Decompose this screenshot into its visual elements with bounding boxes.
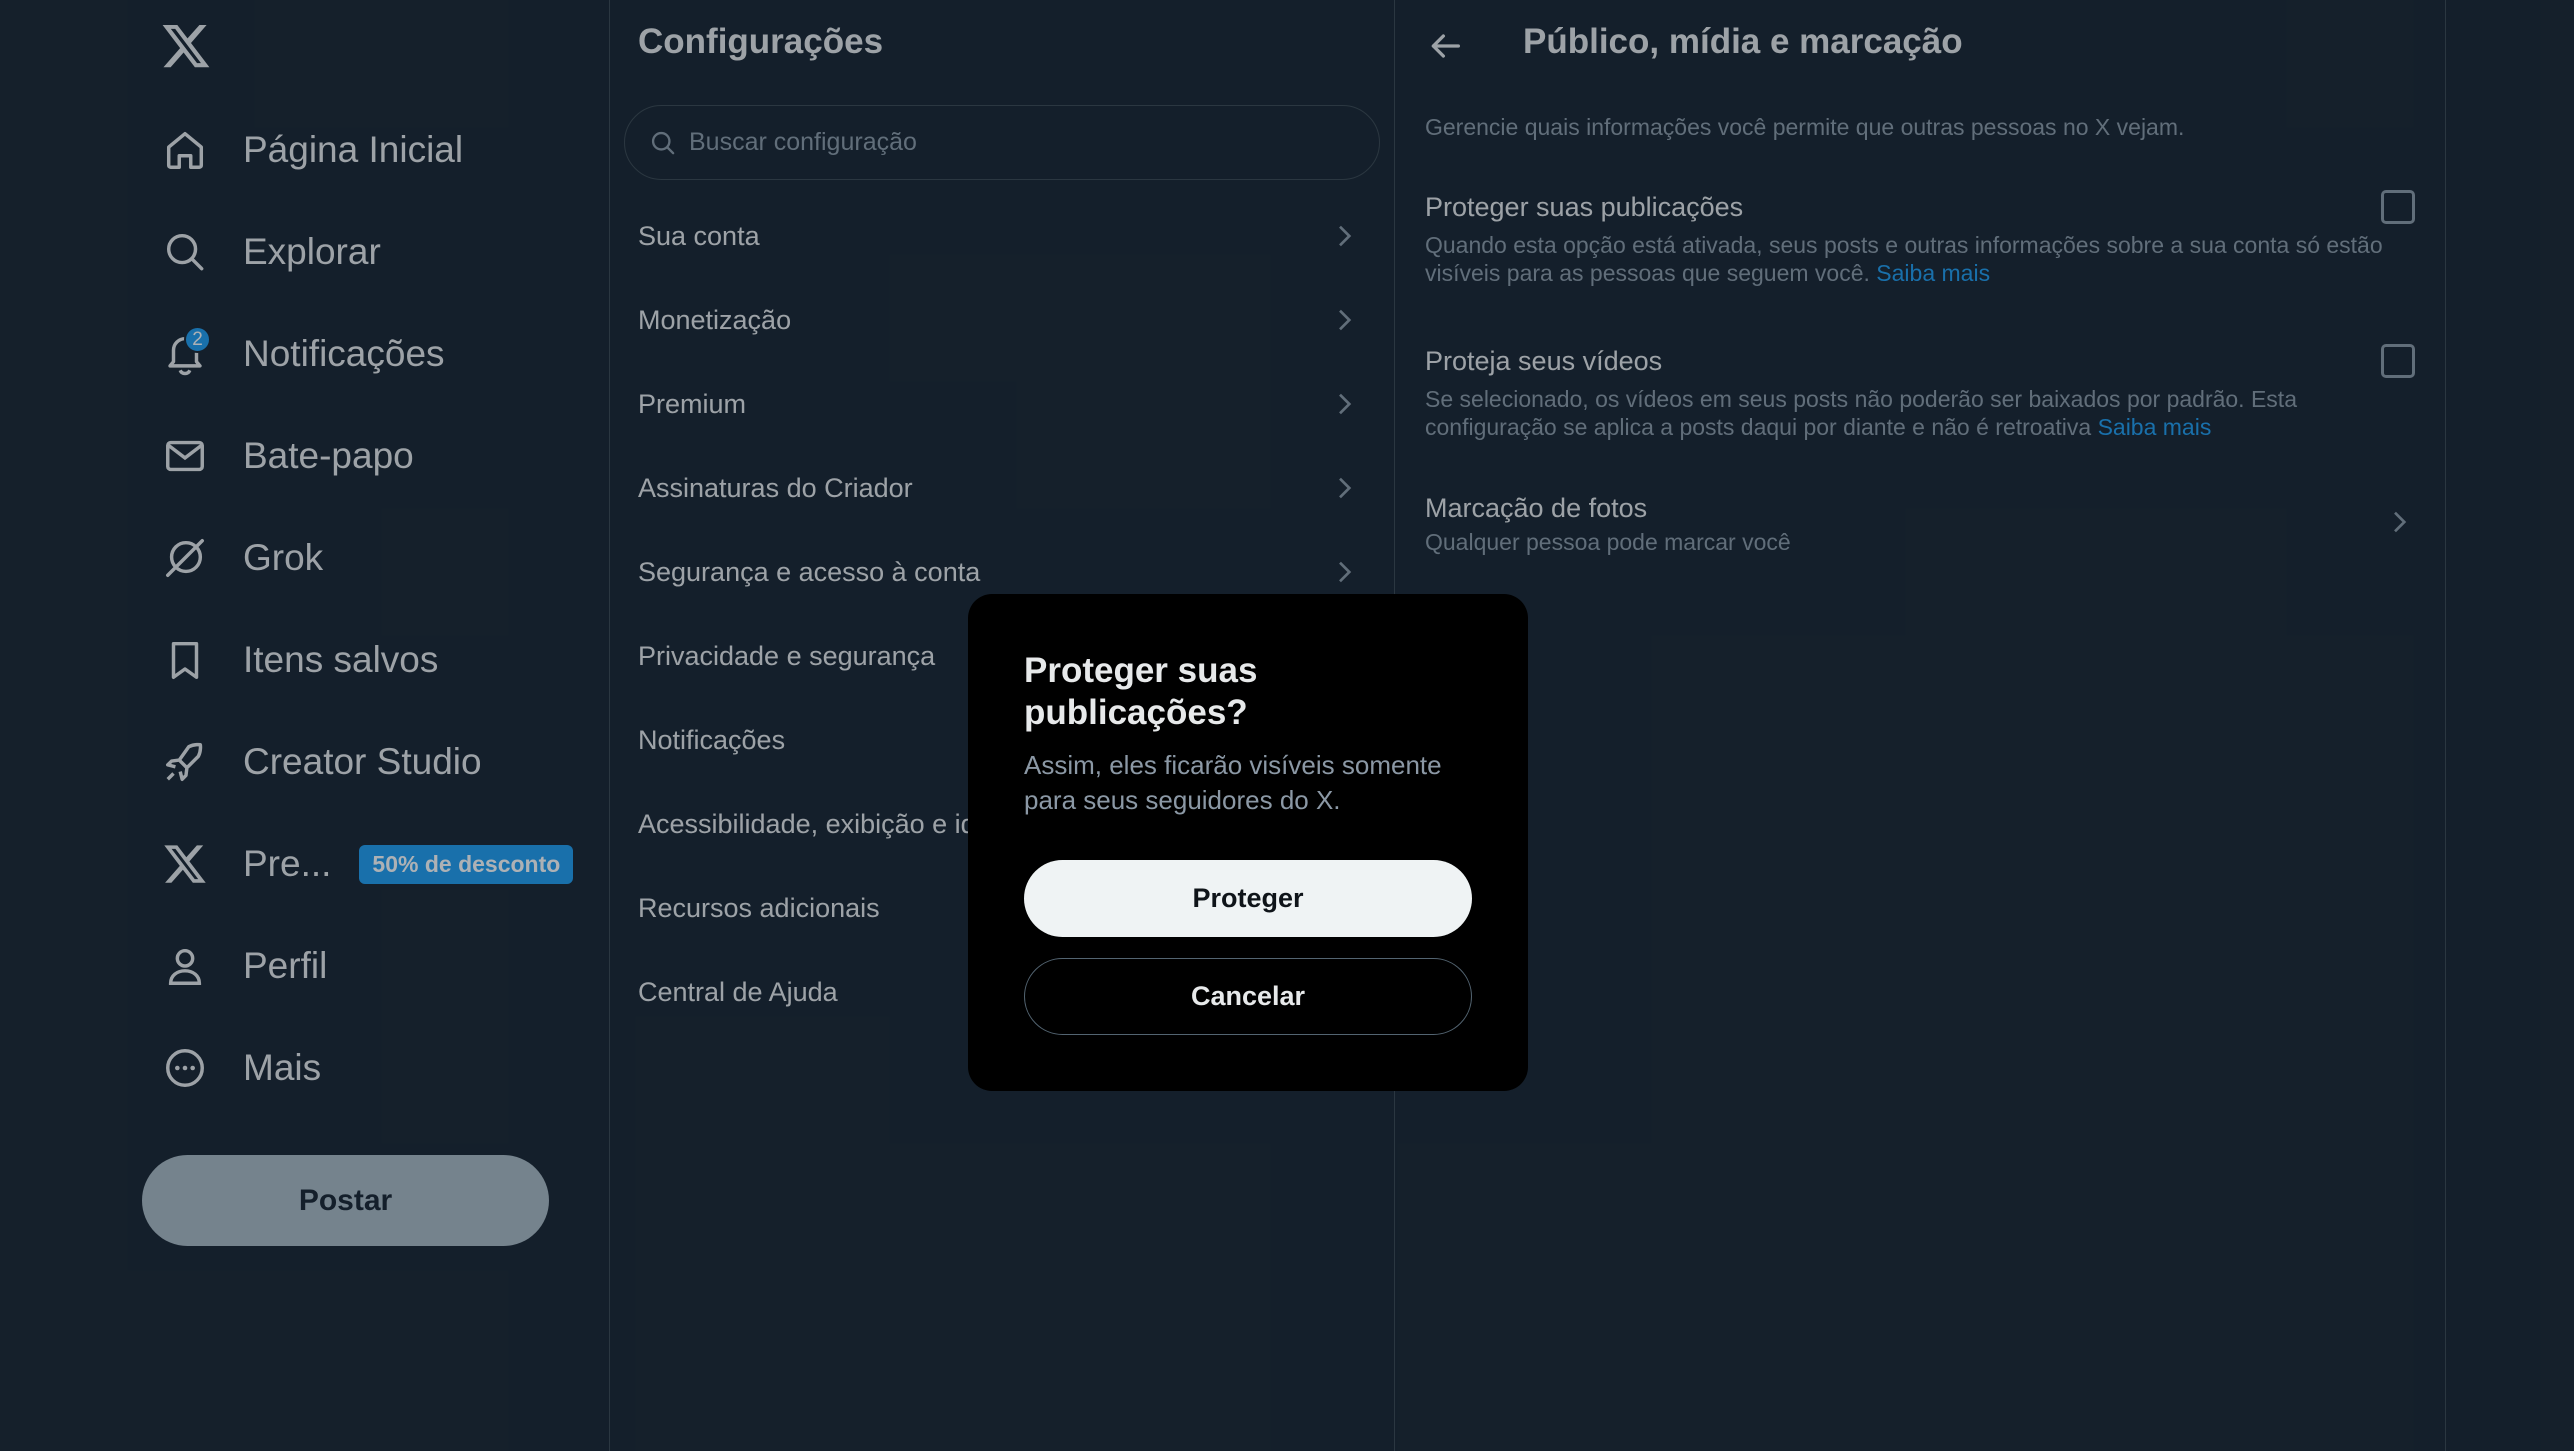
dialog-text: Assim, eles ficarão visíveis somente par… <box>1024 750 1442 815</box>
dialog-title: Proteger suas publicações? <box>1024 651 1258 732</box>
app-window: Página Inicial Explorar 2 Notificações B… <box>0 0 2574 1451</box>
protect-button[interactable]: Proteger <box>1024 860 1472 937</box>
cancel-button[interactable]: Cancelar <box>1024 958 1472 1035</box>
protect-posts-dialog: Proteger suas publicações? Assim, eles f… <box>968 594 1528 1091</box>
